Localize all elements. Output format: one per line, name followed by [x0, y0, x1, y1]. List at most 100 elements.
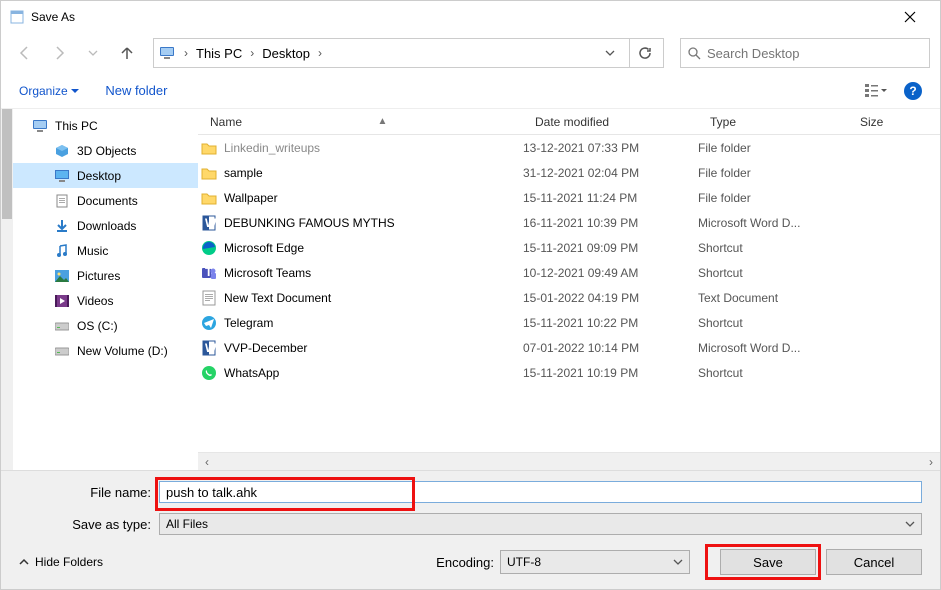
- file-name: Linkedin_writeups: [220, 141, 523, 155]
- folder-tree: This PC 3D Objects Desktop Documents Dow…: [13, 109, 198, 470]
- tree-videos[interactable]: Videos: [13, 288, 198, 313]
- chevron-down-icon: [673, 557, 683, 567]
- recent-dropdown[interactable]: [79, 39, 107, 67]
- tree-this-pc[interactable]: This PC: [13, 113, 198, 138]
- file-type: Text Document: [698, 291, 848, 305]
- tree-3d-objects[interactable]: 3D Objects: [13, 138, 198, 163]
- tree-label: Videos: [77, 294, 113, 308]
- pc-icon: [31, 118, 49, 134]
- tree-label: OS (C:): [77, 319, 118, 333]
- encoding-dropdown[interactable]: UTF-8: [500, 550, 690, 574]
- toolbar: Organize New folder ?: [1, 73, 940, 109]
- file-row[interactable]: WVVP-December07-01-2022 10:14 PMMicrosof…: [198, 335, 940, 360]
- tree-drive-c[interactable]: OS (C:): [13, 313, 198, 338]
- up-button[interactable]: [113, 39, 141, 67]
- organize-menu[interactable]: Organize: [19, 83, 79, 98]
- scroll-left-icon[interactable]: ‹: [198, 453, 216, 471]
- file-row[interactable]: WDEBUNKING FAMOUS MYTHS16-11-2021 10:39 …: [198, 210, 940, 235]
- scroll-right-icon[interactable]: ›: [922, 453, 940, 471]
- address-bar[interactable]: › This PC › Desktop ›: [153, 38, 664, 68]
- search-box[interactable]: [680, 38, 930, 68]
- file-date: 15-01-2022 04:19 PM: [523, 291, 698, 305]
- file-row[interactable]: New Text Document15-01-2022 04:19 PMText…: [198, 285, 940, 310]
- sort-asc-icon: ▲: [378, 116, 388, 127]
- file-row[interactable]: Linkedin_writeups13-12-2021 07:33 PMFile…: [198, 135, 940, 160]
- word-icon: W: [198, 215, 220, 231]
- folder-icon: [198, 141, 220, 155]
- help-button[interactable]: ?: [904, 82, 922, 100]
- chevron-up-icon: [19, 557, 29, 567]
- refresh-button[interactable]: [629, 38, 659, 68]
- 3d-icon: [53, 143, 71, 159]
- file-date: 15-11-2021 09:09 PM: [523, 241, 698, 255]
- filename-input[interactable]: [159, 481, 922, 503]
- tree-label: Desktop: [77, 169, 121, 183]
- tree-label: Downloads: [77, 219, 136, 233]
- view-options-button[interactable]: [862, 79, 890, 103]
- save-button[interactable]: Save: [720, 549, 816, 575]
- search-input[interactable]: [707, 46, 923, 61]
- file-body: Linkedin_writeups13-12-2021 07:33 PMFile…: [198, 135, 940, 452]
- tree-pictures[interactable]: Pictures: [13, 263, 198, 288]
- file-type: Shortcut: [698, 316, 848, 330]
- tree-drive-d[interactable]: New Volume (D:): [13, 338, 198, 363]
- column-type[interactable]: Type: [698, 115, 848, 129]
- column-size[interactable]: Size: [848, 115, 908, 129]
- column-date[interactable]: Date modified: [523, 115, 698, 129]
- file-date: 07-01-2022 10:14 PM: [523, 341, 698, 355]
- encoding-label: Encoding:: [436, 555, 494, 570]
- file-name: DEBUNKING FAMOUS MYTHS: [220, 216, 523, 230]
- whatsapp-icon: [198, 365, 220, 381]
- breadcrumb-root[interactable]: This PC: [192, 46, 246, 61]
- chevron-right-icon: ›: [246, 46, 258, 60]
- pictures-icon: [53, 268, 71, 284]
- horizontal-scrollbar[interactable]: ‹ ›: [198, 452, 940, 470]
- column-name[interactable]: Name▲: [198, 115, 523, 129]
- file-name: Microsoft Teams: [220, 266, 523, 280]
- tree-scrollbar[interactable]: [1, 109, 13, 470]
- file-row[interactable]: TMicrosoft Teams10-12-2021 09:49 AMShort…: [198, 260, 940, 285]
- tree-label: 3D Objects: [77, 144, 136, 158]
- svg-text:T: T: [205, 265, 213, 279]
- word-icon: W: [198, 340, 220, 356]
- tree-music[interactable]: Music: [13, 238, 198, 263]
- cancel-button[interactable]: Cancel: [826, 549, 922, 575]
- bottom-panel: File name: Save as type: All Files Hide …: [1, 470, 940, 589]
- downloads-icon: [53, 218, 71, 234]
- file-row[interactable]: sample31-12-2021 02:04 PMFile folder: [198, 160, 940, 185]
- chevron-right-icon: ›: [314, 46, 326, 60]
- tree-label: Documents: [77, 194, 138, 208]
- tree-scroll-thumb[interactable]: [2, 109, 12, 219]
- file-date: 15-11-2021 10:22 PM: [523, 316, 698, 330]
- new-folder-button[interactable]: New folder: [105, 83, 167, 98]
- back-button[interactable]: [11, 39, 39, 67]
- tree-desktop[interactable]: Desktop: [13, 163, 198, 188]
- file-row[interactable]: Microsoft Edge15-11-2021 09:09 PMShortcu…: [198, 235, 940, 260]
- tree-documents[interactable]: Documents: [13, 188, 198, 213]
- address-dropdown-icon[interactable]: [605, 48, 615, 58]
- file-row[interactable]: Telegram15-11-2021 10:22 PMShortcut: [198, 310, 940, 335]
- tree-label: This PC: [55, 119, 98, 133]
- main-area: This PC 3D Objects Desktop Documents Dow…: [1, 109, 940, 470]
- close-button[interactable]: [888, 2, 932, 32]
- chevron-down-icon: [905, 519, 915, 529]
- text-icon: [198, 290, 220, 306]
- file-type: File folder: [698, 166, 848, 180]
- documents-icon: [53, 193, 71, 209]
- app-icon: [9, 9, 25, 25]
- save-type-dropdown[interactable]: All Files: [159, 513, 922, 535]
- search-icon: [687, 46, 701, 60]
- file-date: 16-11-2021 10:39 PM: [523, 216, 698, 230]
- file-date: 13-12-2021 07:33 PM: [523, 141, 698, 155]
- hide-folders-toggle[interactable]: Hide Folders: [19, 555, 103, 569]
- file-row[interactable]: Wallpaper15-11-2021 11:24 PMFile folder: [198, 185, 940, 210]
- forward-button[interactable]: [45, 39, 73, 67]
- breadcrumb-folder[interactable]: Desktop: [258, 46, 314, 61]
- teams-icon: T: [198, 265, 220, 281]
- drive-icon: [53, 318, 71, 334]
- file-name: VVP-December: [220, 341, 523, 355]
- save-as-dialog: Save As › This PC › Desktop ›: [0, 0, 941, 590]
- tree-downloads[interactable]: Downloads: [13, 213, 198, 238]
- file-row[interactable]: WhatsApp15-11-2021 10:19 PMShortcut: [198, 360, 940, 385]
- file-name: Wallpaper: [220, 191, 523, 205]
